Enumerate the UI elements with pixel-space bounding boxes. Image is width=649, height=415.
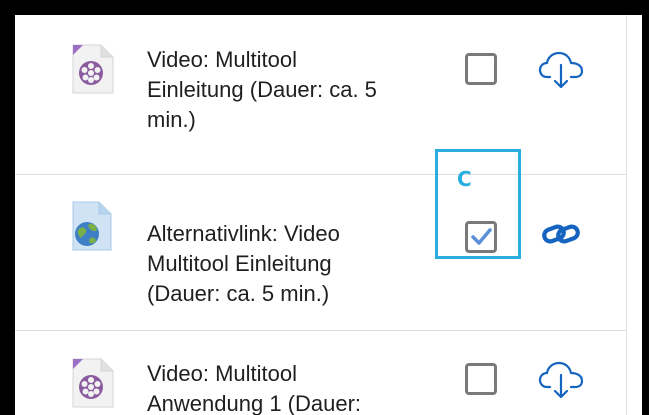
link-icon[interactable] (538, 215, 584, 255)
video-file-icon (72, 44, 114, 94)
activity-row-video-einleitung[interactable]: Video: Multitool Einleitung (Dauer: ca. … (15, 15, 627, 175)
activity-row-alternativlink[interactable]: Alternativlink: Video Multitool Einleitu… (15, 175, 627, 331)
activity-list: Video: Multitool Einleitung (Dauer: ca. … (15, 15, 627, 415)
activity-title[interactable]: Video: Multitool Anwendung 1 (Dauer: (147, 359, 447, 415)
cloud-download-icon[interactable] (538, 49, 584, 89)
annotation-label: C (457, 167, 472, 191)
url-link-file-icon (72, 201, 112, 251)
activity-title[interactable]: Alternativlink: Video Multitool Einleitu… (147, 219, 447, 309)
annotation-highlight-box (435, 149, 521, 259)
activity-list-panel: Video: Multitool Einleitung (Dauer: ca. … (15, 15, 642, 415)
cloud-download-icon[interactable] (538, 359, 584, 399)
activity-row-video-anwendung[interactable]: Video: Multitool Anwendung 1 (Dauer: (15, 331, 627, 415)
completion-checkbox[interactable] (465, 53, 497, 85)
scroll-edge (626, 15, 642, 415)
video-file-icon (72, 358, 114, 408)
activity-title[interactable]: Video: Multitool Einleitung (Dauer: ca. … (147, 45, 447, 135)
completion-checkbox[interactable] (465, 363, 497, 395)
